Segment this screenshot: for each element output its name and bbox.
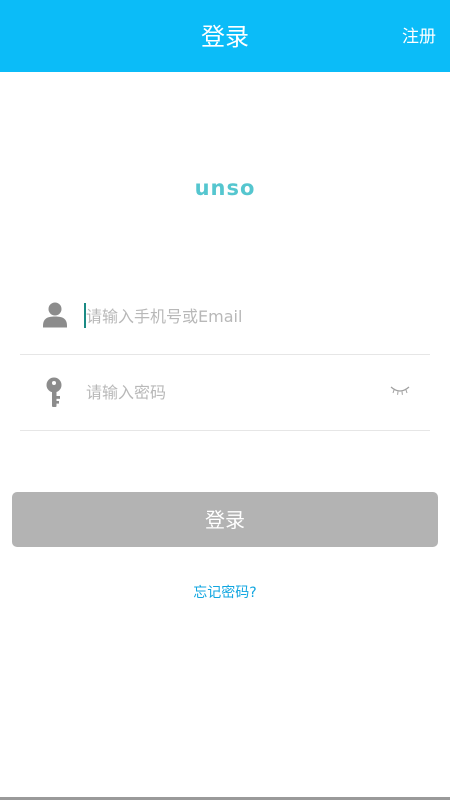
password-field (20, 354, 430, 431)
user-icon (42, 300, 68, 332)
key-icon (42, 376, 68, 408)
app-logo: unso (194, 176, 256, 200)
top-app-bar: 登录 注册 (0, 0, 450, 72)
password-input[interactable] (84, 376, 386, 408)
login-screen: 登录 注册 unso 请输入手机号或Email 登录 忘记密码? (0, 0, 450, 800)
eye-closed-icon[interactable] (390, 382, 410, 396)
account-input[interactable] (84, 300, 386, 332)
login-button[interactable]: 登录 (12, 492, 438, 547)
register-button[interactable]: 注册 (402, 0, 436, 72)
forgot-password-link[interactable]: 忘记密码? (0, 582, 450, 602)
account-field (20, 278, 430, 355)
page-title: 登录 (201, 23, 249, 51)
